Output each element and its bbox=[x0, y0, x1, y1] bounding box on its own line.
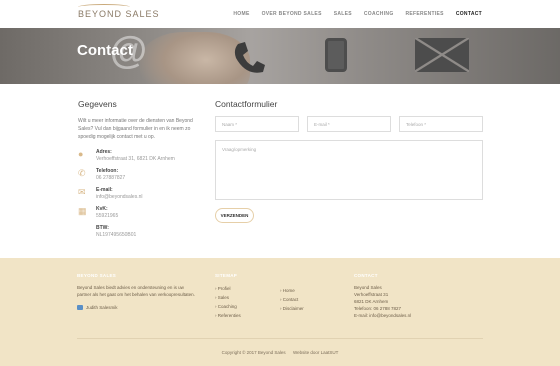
linkedin-icon bbox=[77, 305, 83, 310]
footer-about-title: BEYOND SALES bbox=[77, 273, 117, 278]
info-label: BTW: bbox=[96, 225, 109, 231]
sitemap-link-label: Contact bbox=[282, 297, 299, 302]
info-email: ✉ E-mail: info@beyondsales.nl bbox=[78, 187, 198, 200]
sitemap-link-label: Home bbox=[282, 288, 295, 293]
footer-contact-line: Telefoon: 06 2788 7827 bbox=[354, 306, 402, 311]
footer-contact-line: Beyond Sales bbox=[354, 285, 382, 290]
linkedin-label: Judith Salesmik bbox=[86, 305, 118, 310]
footer-contact-lines: Beyond Sales Verhoeffstraat 31 6821 DK A… bbox=[354, 284, 411, 319]
info-value: Verhoeffstraat 31, 6821 DK Arnhem bbox=[96, 156, 175, 162]
tablet-icon bbox=[325, 38, 347, 72]
email-link[interactable]: info@beyondsales.nl bbox=[96, 194, 143, 200]
sitemap-link[interactable]: › Profiel bbox=[215, 284, 241, 293]
info-label: Adres: bbox=[96, 149, 112, 155]
sitemap-link-label: Disclaimer bbox=[282, 306, 304, 311]
map-pin-icon: ● bbox=[78, 149, 84, 159]
info-kvk: ▦ KvK: 55921965 bbox=[78, 206, 198, 219]
info-label: KvK: bbox=[96, 206, 108, 212]
footer-contact-title: CONTACT bbox=[354, 273, 378, 278]
sitemap-link-label: Coaching bbox=[217, 304, 237, 309]
info-telefoon: ✆ Telefoon: 06 27887827 bbox=[78, 168, 198, 181]
sitemap-link[interactable]: › Home bbox=[280, 286, 304, 295]
logo[interactable]: BEYOND SALES bbox=[78, 4, 160, 19]
info-value: 55921965 bbox=[96, 213, 119, 219]
phone-icon: ✆ bbox=[78, 168, 86, 178]
gegevens-intro: Wilt u meer informatie over de diensten … bbox=[78, 118, 193, 140]
sitemap-link[interactable]: › Sales bbox=[215, 293, 241, 302]
linkedin-link[interactable]: Judith Salesmik bbox=[77, 303, 197, 312]
gegevens-section: Gegevens Wilt u meer informatie over de … bbox=[78, 99, 198, 244]
nav-sales[interactable]: SALES bbox=[334, 11, 352, 17]
gegevens-title: Gegevens bbox=[78, 99, 117, 109]
logo-text: BEYOND SALES bbox=[78, 9, 160, 19]
copyright-bar: Copyright © 2017 Beyond Sales Website do… bbox=[0, 350, 560, 355]
phone-field[interactable]: Telefoon * bbox=[399, 116, 483, 132]
info-label: Telefoon: bbox=[96, 168, 119, 174]
sitemap-link-label: Referenties bbox=[217, 313, 241, 318]
phone-handset-icon bbox=[228, 38, 268, 83]
credit-link[interactable]: Website door LaatSUT bbox=[293, 350, 338, 355]
envelope-icon: ✉ bbox=[78, 187, 86, 197]
submit-button[interactable]: VERZENDEN bbox=[215, 208, 254, 223]
info-adres: ● Adres: Verhoeffstraat 31, 6821 DK Arnh… bbox=[78, 149, 198, 162]
sitemap-link[interactable]: › Contact bbox=[280, 295, 304, 304]
info-value: NL197495650B01 bbox=[96, 232, 137, 238]
footer-sitemap-title: SITEMAP bbox=[215, 273, 238, 278]
footer-contact-line: 6821 DK Arnhem bbox=[354, 299, 389, 304]
nav-contact[interactable]: CONTACT bbox=[456, 11, 482, 17]
nav-over[interactable]: OVER BEYOND SALES bbox=[262, 11, 322, 17]
contact-info-list: ● Adres: Verhoeffstraat 31, 6821 DK Arnh… bbox=[78, 149, 198, 238]
name-field[interactable]: Naam * bbox=[215, 116, 299, 132]
footer-about: BEYOND SALES Beyond Sales biedt advies e… bbox=[77, 273, 197, 312]
footer-sitemap-2: › Home › Contact › Disclaimer bbox=[280, 286, 304, 313]
envelope-icon bbox=[415, 38, 469, 72]
hero-banner: @ Contact bbox=[0, 28, 560, 84]
sitemap-link-label: Profiel bbox=[217, 286, 231, 291]
footer-email-link[interactable]: E-mail: info@beyondsales.nl bbox=[354, 312, 411, 319]
email-field[interactable]: E-mail * bbox=[307, 116, 391, 132]
nav-home[interactable]: HOME bbox=[233, 11, 249, 17]
nav-coaching[interactable]: COACHING bbox=[364, 11, 394, 17]
page-title: Contact bbox=[77, 42, 133, 59]
copyright-text: Copyright © 2017 Beyond Sales bbox=[221, 350, 286, 355]
sitemap-link[interactable]: › Referenties bbox=[215, 311, 241, 320]
info-btw: BTW: NL197495650B01 bbox=[78, 225, 198, 238]
info-value: 06 27887827 bbox=[96, 175, 126, 181]
main-nav: HOME OVER BEYOND SALES SALES COACHING RE… bbox=[221, 11, 482, 17]
form-title: Contactformulier bbox=[215, 99, 278, 109]
footer-about-text: Beyond Sales biedt advies en ondersteuni… bbox=[77, 285, 195, 297]
sitemap-link[interactable]: › Coaching bbox=[215, 302, 241, 311]
footer-contact-line: Verhoeffstraat 31 bbox=[354, 292, 389, 297]
form-fields-row: Naam * E-mail * Telefoon * bbox=[215, 116, 483, 132]
footer-contact: CONTACT Beyond Sales Verhoeffstraat 31 6… bbox=[354, 273, 411, 319]
building-icon: ▦ bbox=[78, 206, 87, 216]
footer-divider bbox=[77, 338, 483, 339]
contact-form: Contactformulier Naam * E-mail * Telefoo… bbox=[215, 99, 483, 223]
info-label: E-mail: bbox=[96, 187, 113, 193]
sitemap-link-label: Sales bbox=[217, 295, 230, 300]
message-field[interactable]: Vraag/opmerking bbox=[215, 140, 483, 200]
sitemap-link[interactable]: › Disclaimer bbox=[280, 304, 304, 313]
footer-sitemap: SITEMAP › Profiel › Sales › Coaching › R… bbox=[215, 273, 241, 320]
top-bar: BEYOND SALES HOME OVER BEYOND SALES SALE… bbox=[0, 0, 560, 28]
nav-referenties[interactable]: REFERENTIES bbox=[406, 11, 444, 17]
